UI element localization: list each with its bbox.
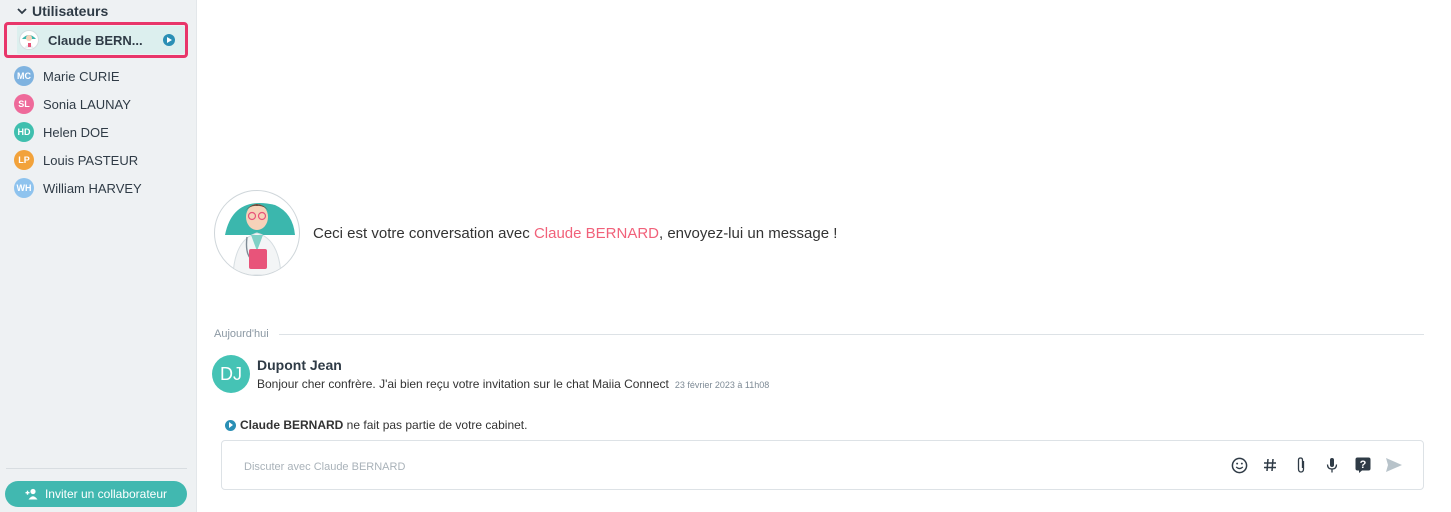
sidebar-item-helen-doe[interactable]: HD Helen DOE [0, 118, 196, 146]
user-avatar: WH [14, 178, 34, 198]
user-name: Sonia LAUNAY [43, 96, 131, 112]
sidebar-item-claude-bernard[interactable]: Claude BERN... [4, 22, 188, 58]
user-list: Claude BERN... MC Marie CURIE SL Sonia L… [0, 22, 196, 202]
contact-avatar [214, 190, 300, 276]
help-icon[interactable]: ? [1354, 456, 1372, 474]
intro-suffix: , envoyez-lui un message ! [658, 224, 838, 242]
message-author: Dupont Jean [257, 357, 342, 373]
message-text: Bonjour cher confrère. J'ai bien reçu vo… [257, 377, 669, 391]
svg-text:?: ? [1360, 459, 1367, 471]
microphone-icon[interactable] [1323, 456, 1341, 474]
hashtag-icon[interactable] [1261, 456, 1279, 474]
invite-label: Inviter un collaborateur [44, 487, 168, 501]
sidebar-item-william-harvey[interactable]: WH William HARVEY [0, 174, 196, 202]
sidebar-item-sonia-launay[interactable]: SL Sonia LAUNAY [0, 90, 196, 118]
send-icon[interactable] [1385, 456, 1403, 474]
intro-prefix: Ceci est votre conversation avec [313, 224, 534, 242]
day-separator: Aujourd'hui [214, 327, 1424, 341]
user-avatar: LP [14, 150, 34, 170]
day-label: Aujourd'hui [214, 328, 269, 340]
paperclip-icon[interactable] [1292, 456, 1310, 474]
user-name: Helen DOE [43, 124, 109, 140]
add-user-icon [25, 488, 38, 500]
user-avatar: HD [14, 122, 34, 142]
user-name: Louis PASTEUR [43, 152, 139, 168]
message-avatar: DJ [212, 355, 250, 393]
user-avatar: SL [14, 94, 34, 114]
emoji-icon[interactable] [1230, 456, 1248, 474]
membership-notice: Claude BERNARD ne fait pas partie de vot… [225, 418, 527, 432]
message-item: DJ Dupont Jean Bonjour cher confrère. J'… [212, 355, 769, 393]
invite-collaborator-button[interactable]: Inviter un collaborateur [5, 481, 187, 507]
chat-main: Ceci est votre conversation avec Claude … [197, 0, 1451, 512]
sidebar-item-louis-pasteur[interactable]: LP Louis PASTEUR [0, 146, 196, 174]
message-input[interactable] [242, 457, 1146, 477]
separator-line [278, 333, 1424, 335]
user-avatar [19, 30, 39, 50]
message-body-row: Bonjour cher confrère. J'ai bien reçu vo… [257, 377, 769, 391]
notice-text: ne fait pas partie de votre cabinet. [343, 418, 528, 432]
users-section-header[interactable]: Utilisateurs [16, 2, 108, 20]
intro-text: Ceci est votre conversation avec Claude … [313, 225, 837, 242]
chevron-down-icon [17, 8, 27, 15]
play-status-icon [225, 419, 236, 431]
sidebar-divider [6, 468, 187, 469]
user-name: William HARVEY [43, 180, 142, 196]
user-name: Marie CURIE [43, 68, 120, 84]
sidebar-item-marie-curie[interactable]: MC Marie CURIE [0, 62, 196, 90]
user-avatar: MC [14, 66, 34, 86]
notice-name: Claude BERNARD [240, 418, 344, 432]
section-title: Utilisateurs [32, 3, 109, 19]
message-composer: ? [221, 440, 1424, 490]
message-timestamp: 23 février 2023 à 11h08 [674, 380, 770, 390]
composer-tools: ? [1230, 456, 1403, 474]
play-status-icon [162, 34, 175, 46]
user-name: Claude BERN... [48, 32, 143, 48]
sidebar: Utilisateurs Claude BERN... MC Marie CUR… [0, 0, 197, 512]
intro-contact-name[interactable]: Claude BERNARD [534, 225, 659, 242]
conversation-intro: Ceci est votre conversation avec Claude … [214, 190, 837, 276]
